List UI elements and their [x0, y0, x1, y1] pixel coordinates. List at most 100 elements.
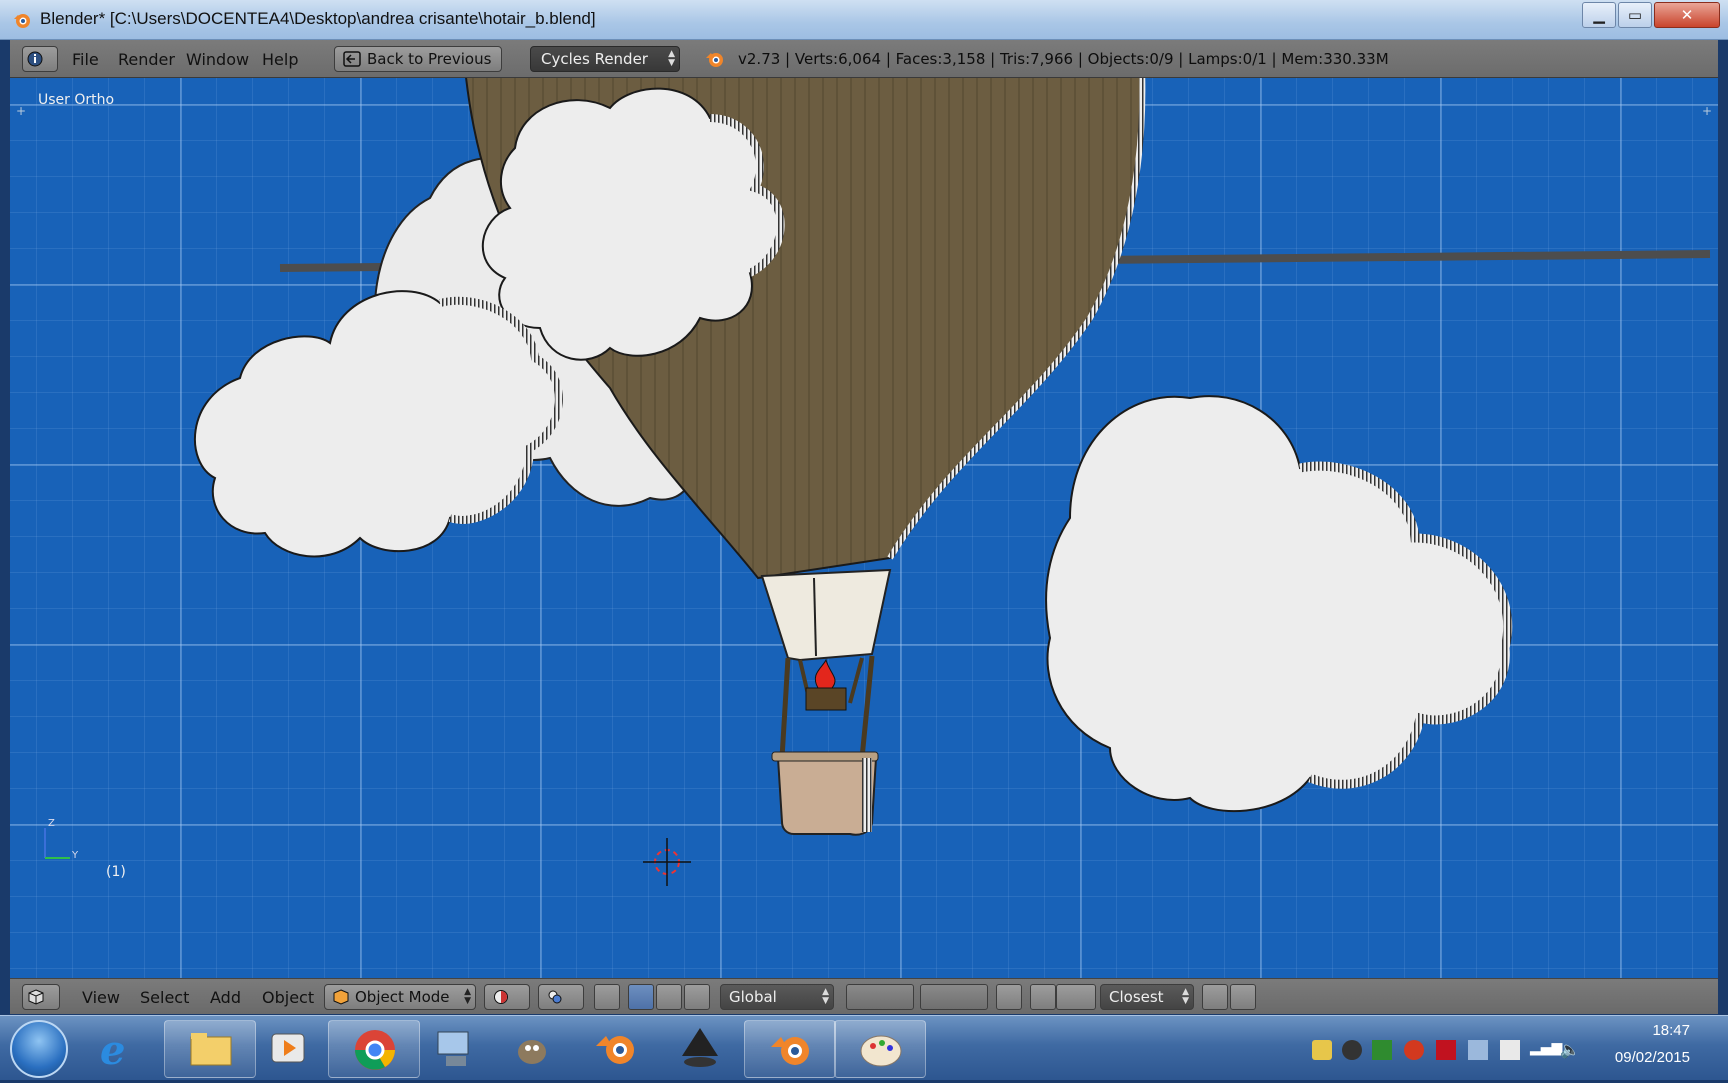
menu-render[interactable]: Render	[118, 50, 175, 69]
dropdown-arrows-icon: ▲ ▼	[1182, 987, 1189, 1006]
taskbar-app-gimp[interactable]	[506, 1022, 566, 1076]
axis-y-label: Y	[72, 850, 79, 861]
tray-tool-icon[interactable]	[1342, 1040, 1362, 1060]
menu-object[interactable]: Object	[262, 988, 314, 1007]
taskbar-app-internet-explorer[interactable]: e	[90, 1022, 150, 1076]
cloud-left	[194, 290, 563, 558]
pivot-icon	[548, 990, 562, 1004]
layers-grid-1[interactable]	[846, 984, 914, 1010]
blender-icon	[596, 1036, 634, 1064]
gimp-icon	[518, 1040, 546, 1064]
render-animation-button[interactable]	[1230, 984, 1256, 1010]
menu-window[interactable]: Window	[186, 50, 249, 69]
cube-icon	[28, 989, 44, 1005]
tray-antivirus-icon[interactable]	[1404, 1040, 1424, 1060]
taskbar-app-inkscape[interactable]	[674, 1022, 734, 1076]
dropdown-arrows-icon: ▲ ▼	[464, 987, 471, 1006]
tray-app-icon[interactable]	[1312, 1040, 1332, 1060]
clock-time[interactable]: 18:47	[1652, 1022, 1690, 1039]
axis-z-label: Z	[48, 818, 55, 829]
editor-type-button[interactable]	[22, 46, 58, 72]
translate-manipulator-button[interactable]	[628, 984, 654, 1010]
3d-viewport[interactable]: User Ortho Z Y (1) + +	[10, 78, 1718, 978]
taskbar-app-blender[interactable]	[590, 1022, 650, 1076]
balloon-basket	[771, 751, 879, 836]
toolshelf-toggle-icon[interactable]: +	[14, 104, 28, 118]
taskbar-app-media-player[interactable]	[262, 1022, 322, 1076]
shading-sphere-icon	[494, 990, 508, 1004]
taskbar-app-blender-active[interactable]	[744, 1020, 836, 1078]
minimize-button[interactable]: ▁	[1582, 2, 1616, 28]
object-mode-icon	[333, 989, 349, 1005]
snap-element-select[interactable]	[1056, 984, 1096, 1010]
blender-window: Blender* [C:\Users\DOCENTEA4\Desktop\and…	[0, 0, 1728, 1080]
blender-icon	[771, 1037, 809, 1065]
internet-explorer-icon: e	[100, 1027, 125, 1074]
system-tray: ▂▄▆ 🔈 18:47 09/02/2015	[1300, 1016, 1728, 1081]
menu-file[interactable]: File	[72, 50, 99, 69]
tray-volume-icon[interactable]: 🔈	[1560, 1040, 1580, 1060]
menu-help[interactable]: Help	[262, 50, 298, 69]
clock-date[interactable]: 09/02/2015	[1615, 1049, 1690, 1066]
dropdown-arrows-icon: ▲ ▼	[822, 987, 829, 1006]
media-player-icon	[271, 1033, 305, 1063]
mode-label: Object Mode	[355, 988, 450, 1006]
cloud-right	[1045, 395, 1513, 813]
3d-cursor-icon[interactable]	[643, 838, 691, 886]
pivot-point-select[interactable]	[538, 984, 584, 1010]
chrome-icon	[355, 1030, 395, 1070]
paint-palette-icon	[860, 1035, 902, 1067]
taskbar-app-file-explorer[interactable]	[164, 1020, 256, 1078]
back-arrow-icon	[343, 51, 361, 67]
inkscape-icon	[682, 1028, 718, 1067]
info-header: File Render Window Help Back to Previous…	[10, 40, 1718, 78]
taskbar-app-network-tool[interactable]	[428, 1022, 488, 1076]
frame-label: (1)	[106, 864, 126, 880]
proportional-edit-button[interactable]	[1030, 984, 1056, 1010]
lock-camera-button[interactable]	[996, 984, 1022, 1010]
snap-label: Closest	[1109, 988, 1164, 1006]
scale-manipulator-button[interactable]	[684, 984, 710, 1010]
3d-view-header: View Select Add Object Object Mode ▲ ▼ Gl…	[10, 978, 1718, 1014]
blender-logo-icon	[706, 53, 723, 67]
viewport-shading-select[interactable]	[484, 984, 530, 1010]
scene-render	[44, 78, 1711, 886]
scene-stats: v2.73 | Verts:6,064 | Faces:3,158 | Tris…	[738, 50, 1389, 68]
render-engine-select[interactable]: Cycles Render ▲ ▼	[530, 46, 680, 72]
orientation-label: Global	[729, 988, 777, 1006]
tray-signal-icon[interactable]: ▂▄▆	[1530, 1040, 1562, 1060]
axis-gizmo-icon	[44, 828, 70, 859]
balloon-ropes	[779, 655, 875, 759]
dropdown-arrows-icon: ▲ ▼	[668, 49, 675, 68]
start-button[interactable]	[10, 1020, 68, 1078]
menu-select[interactable]: Select	[140, 988, 189, 1007]
snap-target-select[interactable]: Closest ▲ ▼	[1100, 984, 1194, 1010]
tray-display-icon[interactable]	[1468, 1040, 1488, 1060]
tray-action-center-icon[interactable]	[1500, 1040, 1520, 1060]
menu-view[interactable]: View	[82, 988, 120, 1007]
blender-logo-icon	[14, 14, 30, 28]
editor-type-button[interactable]	[22, 984, 60, 1010]
render-engine-label: Cycles Render	[541, 50, 648, 68]
title-bar[interactable]: Blender* [C:\Users\DOCENTEA4\Desktop\and…	[0, 0, 1728, 40]
rotate-manipulator-button[interactable]	[656, 984, 682, 1010]
balloon-skirt	[760, 568, 892, 662]
back-to-previous-button[interactable]: Back to Previous	[334, 46, 502, 72]
network-icon	[437, 1031, 469, 1066]
menu-add[interactable]: Add	[210, 988, 241, 1007]
layers-grid-2[interactable]	[920, 984, 988, 1010]
maximize-button[interactable]: ▭	[1618, 2, 1652, 28]
window-title: Blender* [C:\Users\DOCENTEA4\Desktop\and…	[40, 9, 596, 28]
tray-nvidia-icon[interactable]	[1372, 1040, 1392, 1060]
taskbar-app-chrome[interactable]	[328, 1020, 420, 1078]
manipulator-toggle[interactable]	[594, 984, 620, 1010]
mode-select[interactable]: Object Mode ▲ ▼	[324, 984, 476, 1010]
taskbar-app-paint[interactable]	[834, 1020, 926, 1078]
back-to-previous-label: Back to Previous	[367, 50, 492, 68]
transform-orientation-select[interactable]: Global ▲ ▼	[720, 984, 834, 1010]
render-still-button[interactable]	[1202, 984, 1228, 1010]
properties-toggle-icon[interactable]: +	[1700, 104, 1714, 118]
close-button[interactable]: ✕	[1654, 2, 1720, 28]
taskbar: e ▂▄▆ 🔈 18:47 09/02/2015	[0, 1015, 1728, 1080]
tray-acrobat-icon[interactable]	[1436, 1040, 1456, 1060]
